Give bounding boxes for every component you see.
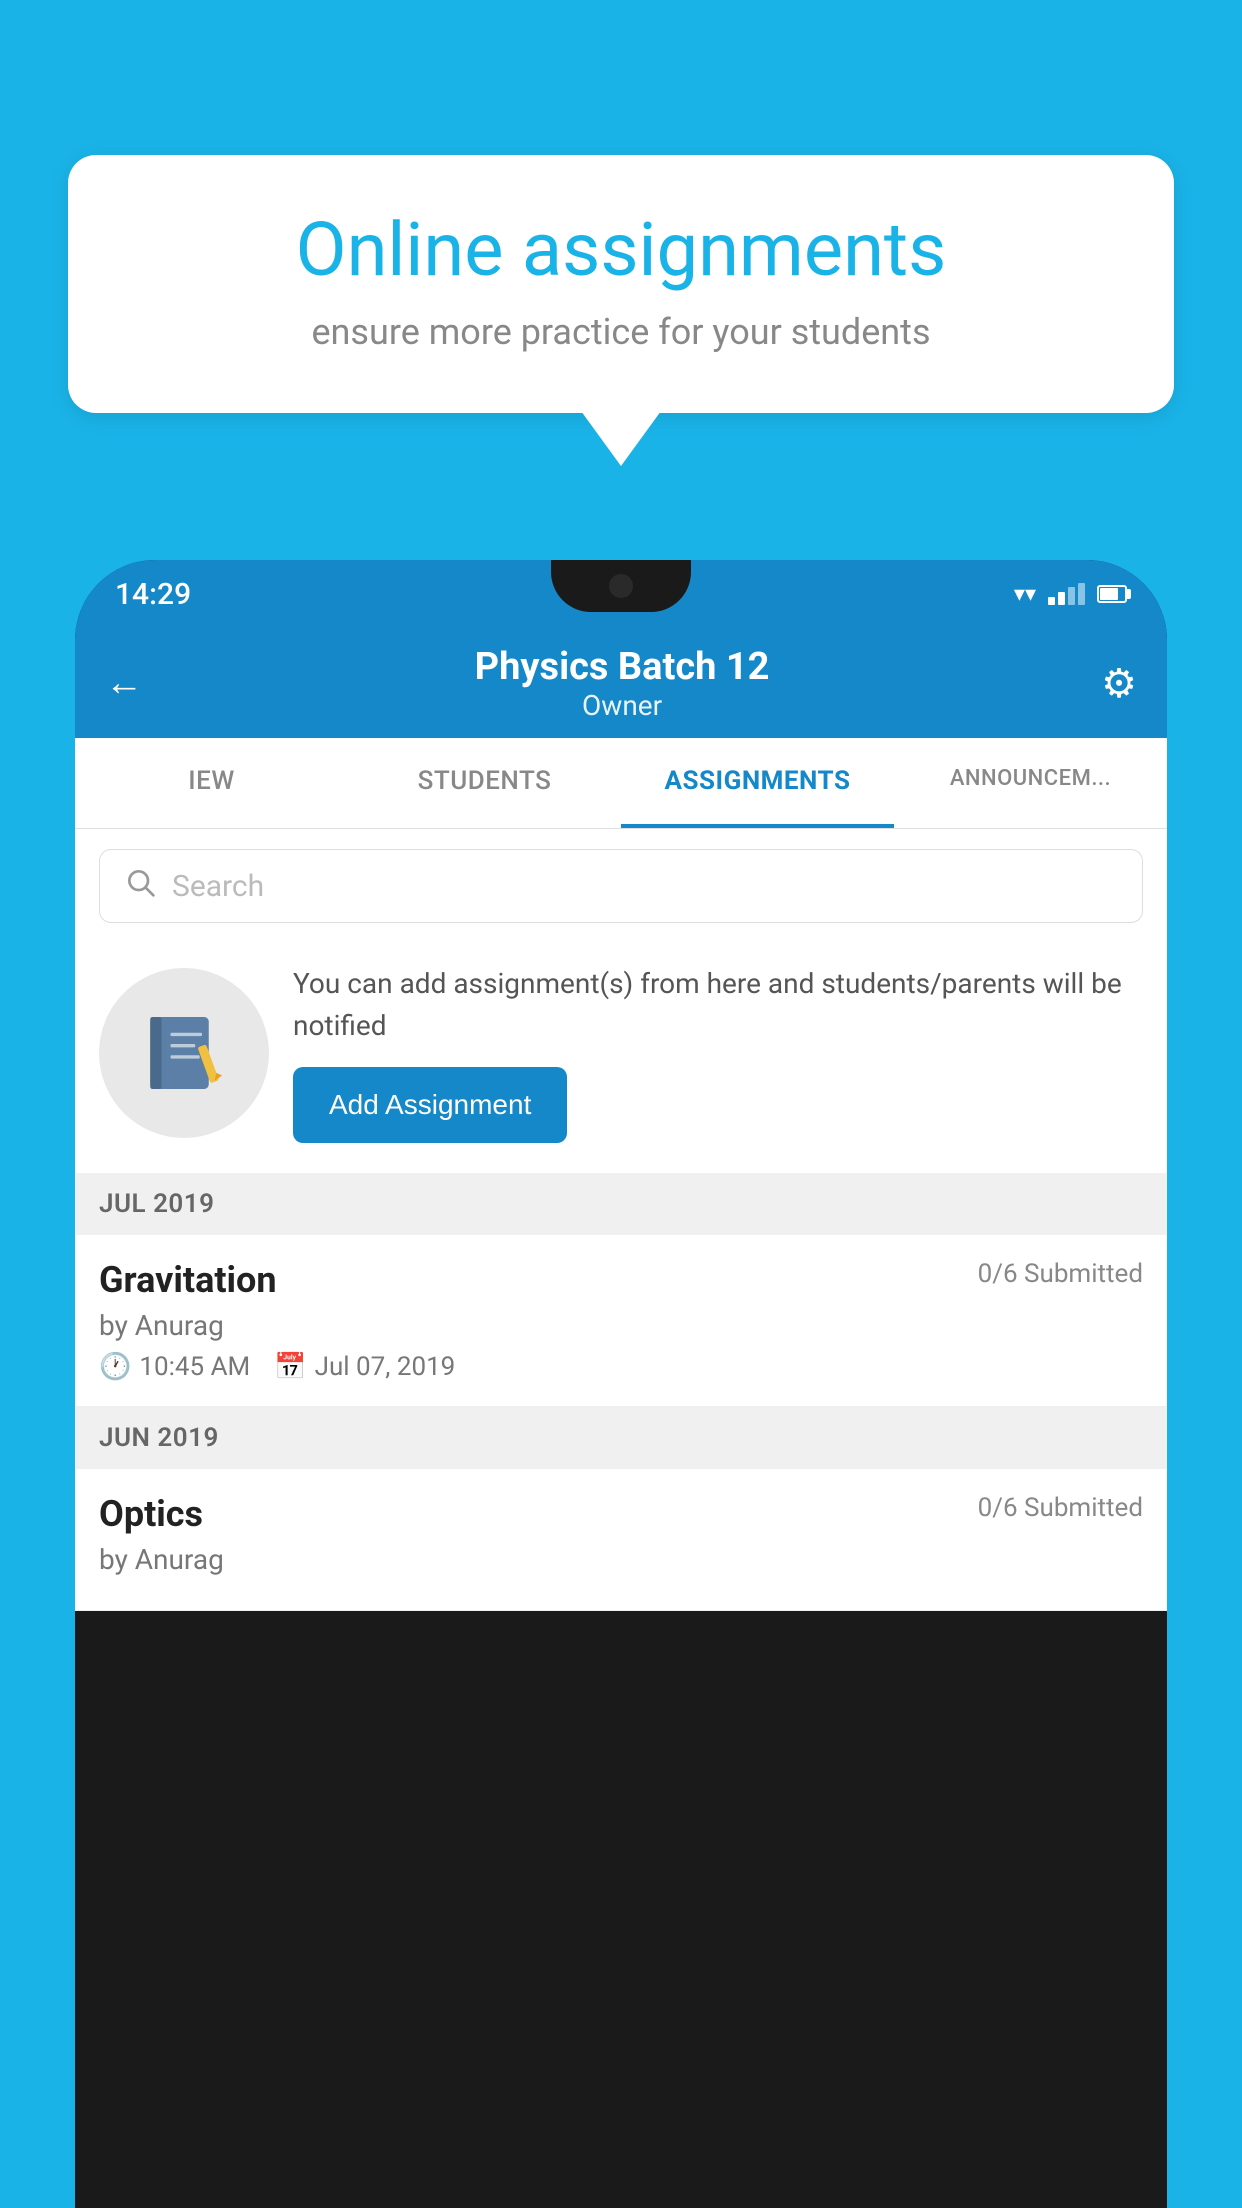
speech-bubble-arrow [581,411,661,466]
status-bar: 14:29 ▾▾ [75,560,1167,628]
header-subtitle: Owner [143,689,1101,722]
assignment-by-gravitation: by Anurag [99,1309,1143,1342]
assignment-submitted-gravitation: 0/6 Submitted [978,1259,1143,1289]
speech-bubble-subtitle: ensure more practice for your students [128,311,1114,353]
assignment-item-gravitation[interactable]: Gravitation 0/6 Submitted by Anurag 🕐 10… [75,1235,1167,1407]
notebook-icon-circle [99,968,269,1138]
signal-icon [1048,583,1085,605]
assignment-name-gravitation: Gravitation [99,1259,277,1301]
meta-time-gravitation: 🕐 10:45 AM [99,1352,250,1382]
add-assignment-button[interactable]: Add Assignment [293,1067,567,1143]
assignment-row-top-optics: Optics 0/6 Submitted [99,1493,1143,1535]
tab-announcements[interactable]: ANNOUNCEM... [894,738,1167,828]
assignment-submitted-optics: 0/6 Submitted [978,1493,1143,1523]
info-card: You can add assignment(s) from here and … [75,943,1167,1173]
app-header: ← Physics Batch 12 Owner ⚙ [75,628,1167,738]
assignment-item-optics[interactable]: Optics 0/6 Submitted by Anurag [75,1469,1167,1611]
phone-frame: 14:29 ▾▾ ← Physics Batch 12 Owner [75,560,1167,2208]
info-card-right: You can add assignment(s) from here and … [293,963,1143,1143]
meta-date-gravitation: 📅 Jul 07, 2019 [274,1352,455,1382]
clock-icon: 🕐 [99,1352,131,1382]
search-icon [124,866,156,906]
back-button[interactable]: ← [105,661,143,705]
assignment-time-gravitation: 10:45 AM [139,1352,250,1382]
tab-students[interactable]: STUDENTS [348,738,621,828]
section-header-jul: JUL 2019 [75,1173,1167,1235]
header-title-group: Physics Batch 12 Owner [143,645,1101,722]
search-bar[interactable]: Search [99,849,1143,923]
tab-assignments[interactable]: ASSIGNMENTS [621,738,894,828]
notebook-icon [139,1008,229,1098]
assignment-by-optics: by Anurag [99,1543,1143,1576]
phone-screen: IEW STUDENTS ASSIGNMENTS ANNOUNCEM... Se… [75,738,1167,1611]
header-title: Physics Batch 12 [143,645,1101,689]
section-header-jun: JUN 2019 [75,1407,1167,1469]
speech-bubble: Online assignments ensure more practice … [68,155,1174,413]
assignment-row-top: Gravitation 0/6 Submitted [99,1259,1143,1301]
settings-icon[interactable]: ⚙ [1101,660,1137,707]
info-card-text: You can add assignment(s) from here and … [293,963,1143,1047]
status-time: 14:29 [115,577,191,612]
tabs-bar: IEW STUDENTS ASSIGNMENTS ANNOUNCEM... [75,738,1167,829]
tab-iew[interactable]: IEW [75,738,348,828]
search-bar-wrapper: Search [75,829,1167,943]
assignment-date-gravitation: Jul 07, 2019 [315,1352,456,1382]
search-placeholder: Search [172,869,264,904]
battery-icon [1097,585,1127,603]
status-icons: ▾▾ [1014,582,1127,607]
notch [551,560,691,612]
speech-bubble-container: Online assignments ensure more practice … [68,155,1174,466]
assignment-name-optics: Optics [99,1493,203,1535]
calendar-icon: 📅 [274,1352,306,1382]
speech-bubble-title: Online assignments [128,210,1114,291]
assignment-meta-gravitation: 🕐 10:45 AM 📅 Jul 07, 2019 [99,1352,1143,1382]
notch-camera [609,574,633,598]
wifi-icon: ▾▾ [1014,582,1036,607]
